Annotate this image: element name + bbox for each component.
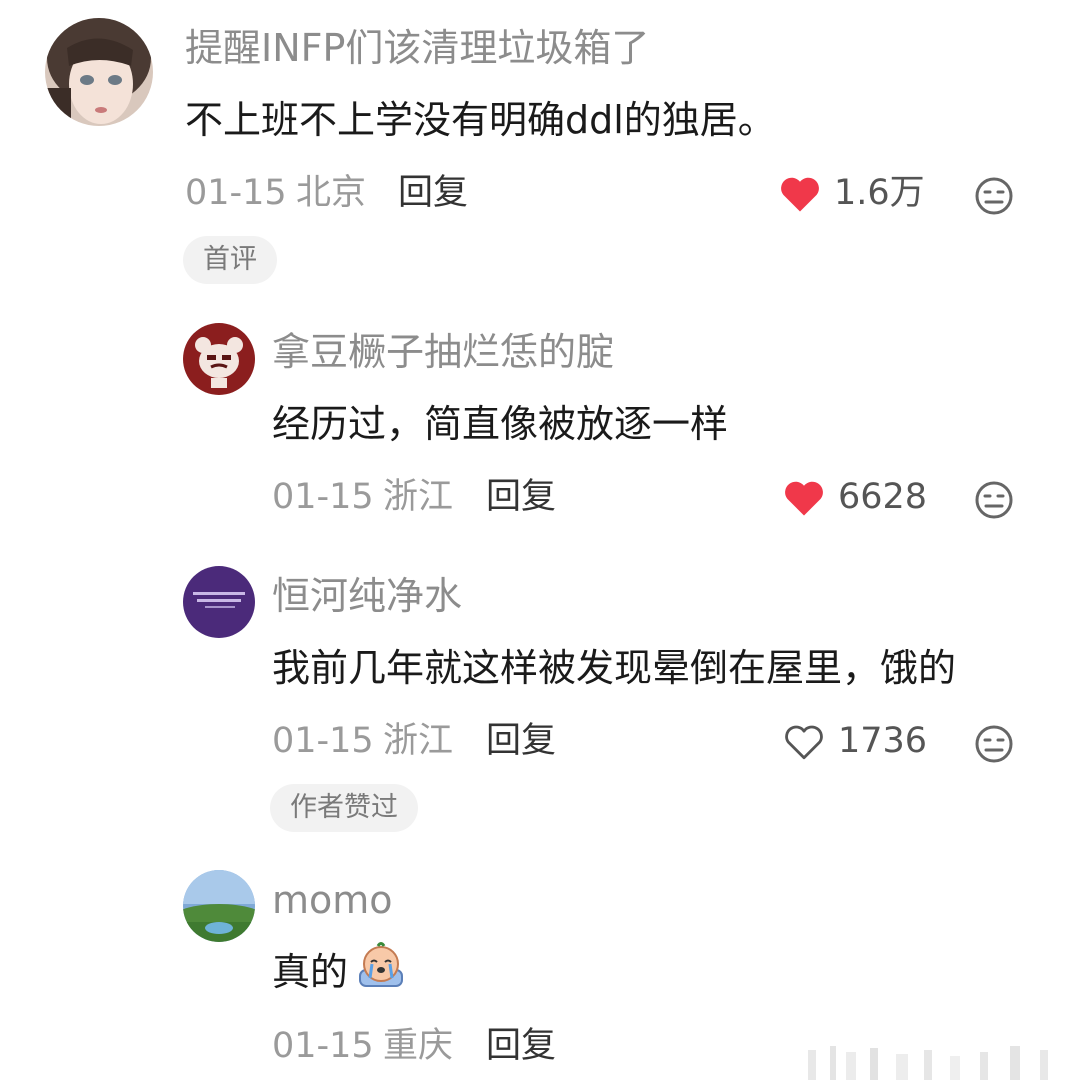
reply-button[interactable]: 回复: [398, 176, 468, 211]
comment-date: 01-15: [272, 477, 374, 517]
like-count: 1.6万: [834, 173, 925, 213]
dislike-face-icon[interactable]: [974, 480, 1014, 520]
comment-date: 01-15: [272, 1026, 374, 1066]
comment-location: 浙江: [383, 721, 454, 761]
comment-text: 不上班不上学没有明确ddl的独居。: [185, 98, 776, 142]
watermark-decoration: [800, 1020, 1080, 1080]
author-liked-badge: 作者赞过: [270, 784, 418, 832]
first-comment-badge: 首评: [183, 236, 277, 284]
comment-text: 真的: [272, 950, 349, 994]
like-count: 6628: [838, 477, 928, 517]
like-count: 1736: [838, 721, 928, 761]
comment-date: 01-15: [185, 173, 287, 213]
comment-location: 浙江: [383, 477, 454, 517]
crying-face-sticker-icon: [356, 940, 406, 990]
username[interactable]: momo: [272, 881, 393, 919]
reply-button[interactable]: 回复: [486, 480, 556, 515]
avatar[interactable]: [45, 18, 153, 126]
avatar[interactable]: [183, 323, 255, 395]
comment-location: 重庆: [383, 1026, 454, 1066]
dislike-face-icon[interactable]: [974, 176, 1014, 216]
comment-location: 北京: [296, 173, 367, 213]
heart-filled-icon[interactable]: [779, 174, 821, 214]
comment-date: 01-15: [272, 721, 374, 761]
username[interactable]: 恒河纯净水: [272, 577, 462, 615]
heart-filled-icon[interactable]: [783, 478, 825, 518]
heart-outline-icon[interactable]: [783, 722, 825, 762]
avatar[interactable]: [183, 870, 255, 942]
username[interactable]: 提醒INFP们该清理垃圾箱了: [185, 29, 649, 67]
username[interactable]: 拿豆橛子抽烂恁的腚: [272, 333, 614, 371]
reply-button[interactable]: 回复: [486, 724, 556, 759]
dislike-face-icon[interactable]: [974, 724, 1014, 764]
avatar[interactable]: [183, 566, 255, 638]
comment-text: 经历过，简直像被放逐一样: [272, 402, 729, 446]
comment-text: 我前几年就这样被发现晕倒在屋里，饿的: [272, 646, 957, 690]
reply-button[interactable]: 回复: [486, 1029, 556, 1064]
